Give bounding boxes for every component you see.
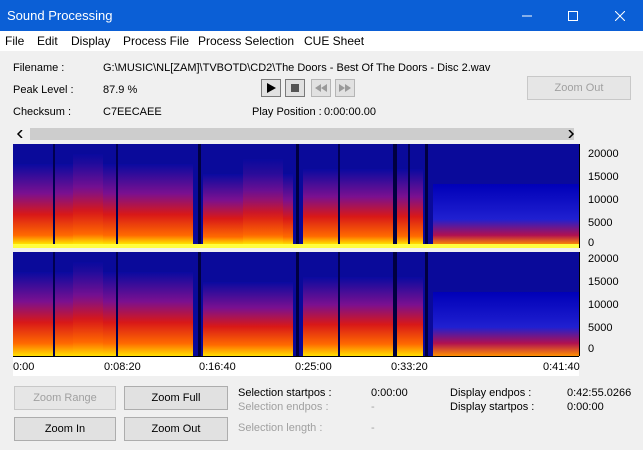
display-endpos-value: 0:42:55.0266 (567, 387, 632, 399)
filename-label: Filename : (13, 62, 65, 74)
menu-edit[interactable]: Edit (37, 34, 58, 48)
display-startpos-value: 0:00:00 (567, 401, 604, 413)
time-tick: 0:25:00 (295, 361, 332, 373)
zoom-range-button[interactable]: Zoom Range (14, 386, 116, 410)
freq-tick: 5000 (588, 217, 613, 229)
play-position-value: 0:00:00.00 (324, 106, 376, 118)
time-tick: 0:41:40 (543, 361, 580, 373)
selection-length-value: - (371, 422, 375, 434)
display-endpos-label: Display endpos : (450, 387, 532, 399)
freq-tick: 10000 (588, 299, 619, 311)
freq-tick: 15000 (588, 276, 619, 288)
zoom-in-button[interactable]: Zoom In (14, 417, 116, 441)
zoom-out-top-button[interactable]: Zoom Out (527, 76, 631, 100)
minimize-icon (522, 15, 532, 16)
spectrogram-channel-2[interactable] (13, 252, 579, 356)
freq-tick: 20000 (588, 148, 619, 160)
time-tick: 0:00 (13, 361, 35, 373)
checksum-value: C7EECAEE (103, 106, 162, 118)
spectrogram-image-2 (13, 252, 579, 356)
filename-value: G:\MUSIC\NL[ZAM]\TVBOTD\CD2\The Doors - … (103, 62, 491, 74)
fast-forward-button[interactable] (335, 79, 355, 97)
time-axis: 0:00 0:08:20 0:16:40 0:25:00 0:33:20 0:4… (13, 356, 580, 376)
spectrogram-channel-1[interactable] (13, 144, 579, 248)
selection-length-label: Selection length : (238, 422, 323, 434)
frequency-axis-2: 20000 15000 10000 5000 0 (579, 252, 630, 356)
zoom-full-button[interactable]: Zoom Full (124, 386, 228, 410)
zoom-out-button[interactable]: Zoom Out (124, 417, 228, 441)
menu-display[interactable]: Display (71, 34, 110, 48)
selection-startpos-label: Selection startpos : (238, 387, 332, 399)
window-title: Sound Processing (7, 8, 113, 23)
freq-tick: 5000 (588, 322, 613, 334)
selection-endpos-label: Selection endpos : (238, 401, 329, 413)
minimize-button[interactable] (504, 0, 550, 31)
close-button[interactable] (597, 0, 643, 31)
maximize-button[interactable] (550, 0, 596, 31)
freq-tick: 20000 (588, 253, 619, 265)
scrollbar-thumb[interactable] (30, 128, 574, 140)
freq-tick: 15000 (588, 171, 619, 183)
spectrogram-image-1 (13, 144, 579, 248)
stop-icon (291, 84, 299, 92)
menu-cue-sheet[interactable]: CUE Sheet (304, 34, 364, 48)
frequency-axis-1: 20000 15000 10000 5000 0 (579, 144, 630, 249)
time-tick: 0:33:20 (391, 361, 428, 373)
play-icon (267, 83, 276, 93)
selection-startpos-value: 0:00:00 (371, 387, 408, 399)
display-startpos-label: Display startpos : (450, 401, 535, 413)
rewind-button[interactable] (311, 79, 331, 97)
play-button[interactable] (261, 79, 281, 97)
menu-process-file[interactable]: Process File (123, 34, 189, 48)
peak-level-label: Peak Level : (13, 84, 74, 96)
maximize-icon (568, 10, 578, 21)
time-tick: 0:16:40 (199, 361, 236, 373)
title-bar: Sound Processing (0, 0, 643, 31)
menu-file[interactable]: File (5, 34, 24, 48)
freq-tick: 10000 (588, 194, 619, 206)
scroll-right-icon[interactable] (567, 130, 575, 138)
freq-tick: 0 (588, 343, 595, 355)
peak-level-value: 87.9 % (103, 84, 138, 96)
rewind-icon (315, 84, 327, 92)
freq-tick: 0 (588, 237, 595, 249)
selection-endpos-value: - (371, 401, 375, 413)
scroll-left-icon[interactable] (16, 130, 24, 138)
menu-process-selection[interactable]: Process Selection (198, 34, 294, 48)
horizontal-scrollbar[interactable] (13, 126, 578, 142)
menu-bar: File Edit Display Process File Process S… (0, 31, 643, 51)
checksum-label: Checksum : (13, 106, 72, 118)
play-position-label: Play Position : (252, 106, 322, 118)
stop-button[interactable] (285, 79, 305, 97)
close-icon (615, 10, 625, 21)
fast-forward-icon (339, 84, 351, 92)
time-tick: 0:08:20 (104, 361, 141, 373)
